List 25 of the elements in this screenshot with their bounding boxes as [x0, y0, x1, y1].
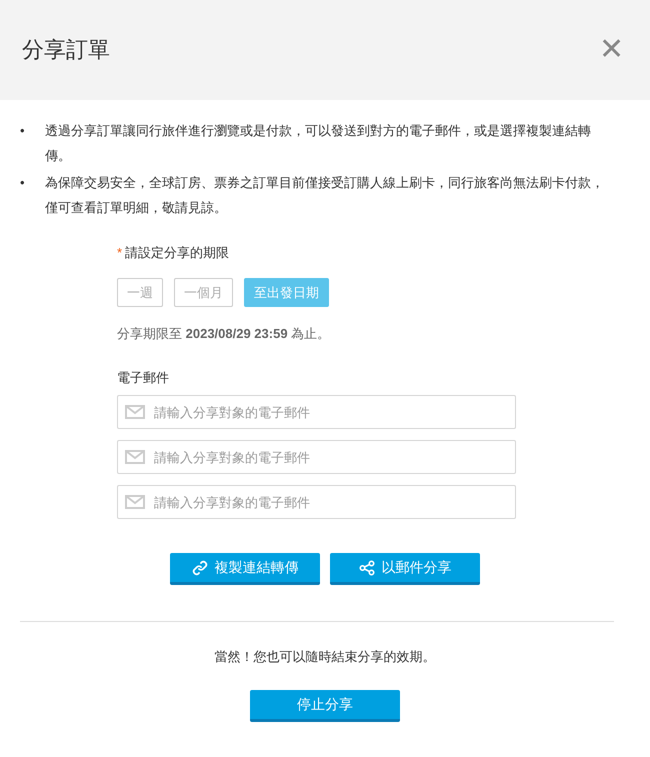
mail-icon	[125, 405, 145, 419]
bullet: •	[20, 174, 26, 192]
stop-sharing-button[interactable]: 停止分享	[250, 690, 400, 722]
required-mark: *	[117, 245, 122, 260]
close-button[interactable]: ✕	[599, 35, 624, 65]
bullet: •	[20, 122, 26, 140]
link-icon	[192, 560, 208, 576]
copy-link-button[interactable]: 複製連結轉傳	[170, 553, 320, 585]
email-field[interactable]: 請輸入分享對象的電子郵件	[117, 395, 516, 429]
share-icon	[358, 560, 374, 576]
email-field[interactable]: 請輸入分享對象的電子郵件	[117, 485, 516, 519]
mail-icon	[125, 495, 145, 509]
dialog-title: 分享訂單	[22, 36, 110, 64]
email-field[interactable]: 請輸入分享對象的電子郵件	[117, 440, 516, 474]
mail-icon	[125, 450, 145, 464]
email-label: 電子郵件	[117, 369, 170, 387]
expiry-text: 分享期限至 2023/08/29 23:59 為止。	[117, 325, 332, 343]
period-option[interactable]: 至出發日期	[244, 278, 329, 307]
email-share-button[interactable]: 以郵件分享	[330, 553, 480, 585]
period-option[interactable]: 一週	[117, 278, 163, 307]
period-label: 請設定分享的期限	[125, 244, 230, 262]
footer-note: 當然！您也可以隨時結束分享的效期。	[214, 648, 436, 666]
info-note: 透過分享訂單讓同行旅伴進行瀏覽或是付款，可以發送到對方的電子郵件，或是選擇複製連結轉傳。	[45, 122, 592, 165]
info-note: 為保障交易安全，全球訂房、票券之訂單目前僅接受訂購人線上刷卡，同行旅客尚無法刷卡付款，僅可查看訂單明細，敬請見諒。	[45, 174, 605, 217]
period-option[interactable]: 一個月	[174, 278, 233, 307]
